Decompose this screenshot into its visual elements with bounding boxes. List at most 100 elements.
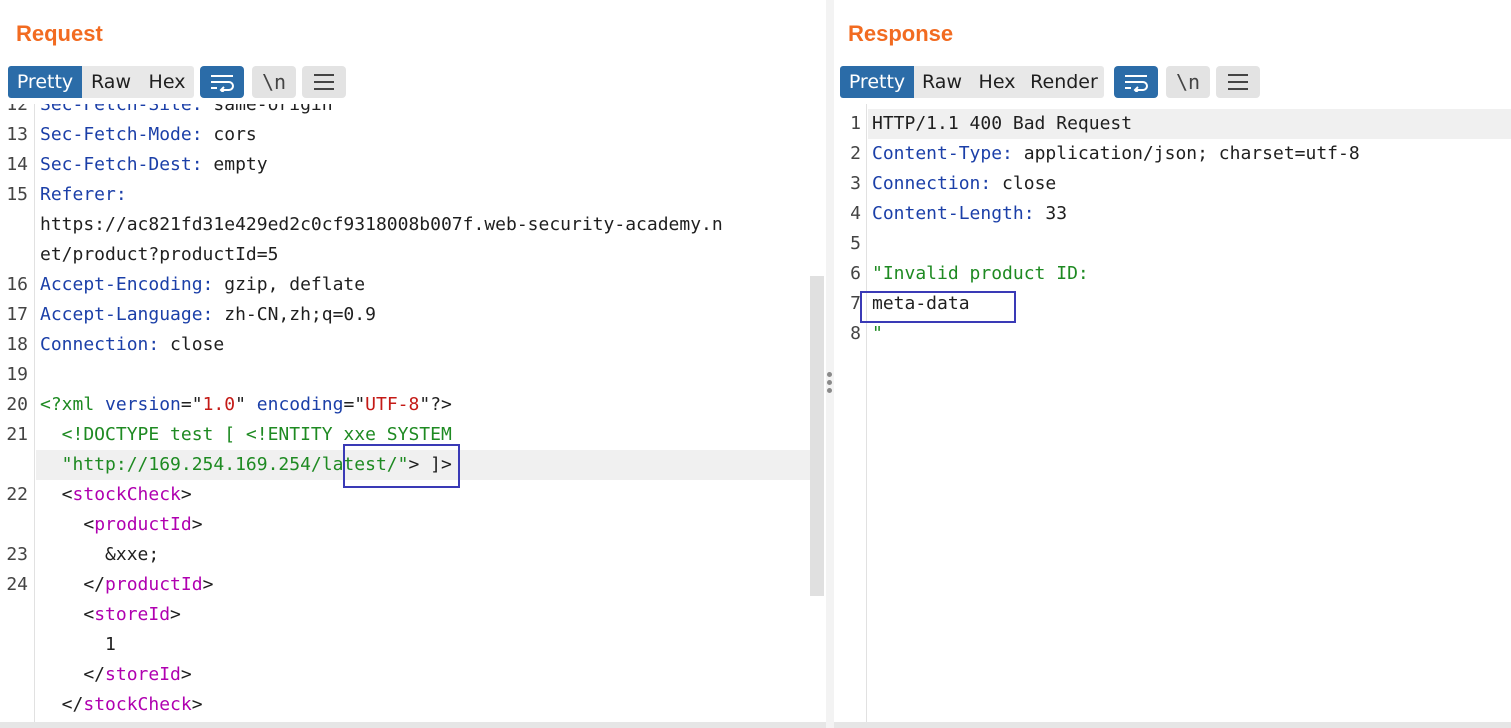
code-token: encoding: [256, 394, 344, 415]
code-line: 13 Sec-Fetch-Mode: cors: [0, 120, 826, 150]
request-newline-toggle-button[interactable]: \n: [252, 66, 296, 98]
code-text: </productId>: [40, 570, 213, 600]
code-token: ": [235, 394, 257, 415]
line-number: 17: [6, 304, 28, 325]
newline-toggle-icon: \n: [261, 70, 287, 94]
code-text: <stockCheck>: [40, 480, 192, 510]
code-token: <: [40, 604, 95, 625]
code-line: 20 <?xml version="1.0" encoding="UTF-8"?>: [0, 390, 826, 420]
request-horizontal-scrollbar[interactable]: [0, 722, 826, 728]
response-newline-toggle-button[interactable]: \n: [1166, 66, 1210, 98]
word-wrap-icon: [1125, 75, 1148, 92]
code-token: productId: [105, 574, 203, 595]
code-token: Accept-Encoding:: [40, 274, 214, 295]
response-title: Response: [848, 21, 954, 46]
code-token: Sec-Fetch-Site:: [40, 104, 203, 115]
code-token: <: [40, 514, 95, 535]
response-menu-button[interactable]: [1216, 66, 1260, 98]
code-text: Content-Length: 33: [872, 199, 1067, 229]
request-tab-raw[interactable]: Raw: [82, 66, 140, 98]
divider-grip-dot: [827, 388, 832, 393]
code-token: >: [191, 694, 203, 715]
code-line: </stockCheck>: [0, 690, 826, 720]
code-token: stockCheck: [72, 484, 181, 505]
code-token: <?xml: [40, 394, 106, 415]
code-text: Connection: close: [40, 330, 224, 360]
code-token: version: [105, 394, 181, 415]
code-token: Content-Length:: [872, 203, 1035, 224]
code-text: https://ac821fd31e429ed2c0cf9318008b007f…: [40, 210, 723, 240]
code-token: </: [40, 574, 106, 595]
response-tab-render[interactable]: Render: [1024, 66, 1104, 98]
code-token: Accept-Language:: [40, 304, 214, 325]
code-text: Referer:: [40, 180, 127, 210]
code-line: 6 "Invalid product ID:: [834, 259, 1511, 289]
divider-grip-dot: [827, 380, 832, 385]
code-line: 1 HTTP/1.1 400 Bad Request: [850, 109, 1511, 139]
code-token: HTTP/1.1 400 Bad Request: [872, 113, 1133, 134]
code-token: >: [170, 604, 181, 625]
code-text: <storeId>: [40, 600, 181, 630]
line-number: 21: [6, 424, 28, 445]
code-token: https://ac821fd31e429ed2c0cf9318008b007f…: [40, 214, 723, 235]
panel-divider[interactable]: [826, 0, 834, 728]
code-token: Content-Type:: [872, 143, 1013, 164]
code-line: </storeId>: [0, 660, 826, 690]
request-editor[interactable]: 12 Sec-Fetch-Site: same-origin 13 Sec-Fetch…: [0, 104, 826, 728]
request-tab-hex[interactable]: Hex: [140, 66, 194, 98]
request-vertical-scrollbar[interactable]: [810, 276, 824, 596]
code-token: =": [343, 394, 366, 415]
code-text: Sec-Fetch-Site: same-origin: [40, 104, 333, 120]
line-number: 7: [850, 293, 861, 314]
code-token: Sec-Fetch-Mode:: [40, 124, 203, 145]
code-token: </: [40, 694, 84, 715]
code-line: 18 Connection: close: [0, 330, 826, 360]
request-tab-pretty[interactable]: Pretty: [8, 66, 82, 98]
response-tab-hex[interactable]: Hex: [970, 66, 1024, 98]
request-panel: Request Pretty Raw Hex \n 12 Sec-Fetch-Site…: [0, 0, 826, 728]
code-token: stockCheck: [83, 694, 192, 715]
code-line: <productId>: [0, 510, 826, 540]
line-number: 19: [6, 364, 28, 385]
code-line: 12 Sec-Fetch-Site: same-origin: [0, 104, 826, 120]
code-token: &xxe;: [40, 544, 160, 565]
line-number: 4: [850, 203, 861, 224]
code-text: </storeId>: [40, 660, 191, 690]
newline-toggle-icon: \n: [1175, 70, 1201, 94]
code-text: ": [872, 319, 883, 349]
code-line: 19: [0, 360, 826, 390]
code-token: close: [991, 173, 1057, 194]
code-token: <: [40, 484, 73, 505]
code-token: 1.0: [202, 394, 236, 415]
code-token: Connection:: [40, 334, 160, 355]
code-text: Accept-Encoding: gzip, deflate: [40, 270, 365, 300]
code-token: same-origin: [202, 104, 333, 115]
response-editor[interactable]: 1 HTTP/1.1 400 Bad Request 2 Content-Type: …: [834, 104, 1511, 728]
code-line: 8 ": [834, 319, 1511, 349]
request-menu-button[interactable]: [302, 66, 346, 98]
response-panel: Response Pretty Raw Hex Render \n 1 HTTP/1.1…: [834, 0, 1511, 728]
code-token: 33: [1034, 203, 1068, 224]
highlight-box-meta-data: [860, 291, 1016, 323]
response-word-wrap-button[interactable]: [1114, 66, 1158, 98]
code-token: >: [180, 484, 192, 505]
code-token: "Invalid product ID:: [872, 263, 1089, 284]
response-tab-pretty[interactable]: Pretty: [840, 66, 914, 98]
response-horizontal-scrollbar[interactable]: [834, 722, 1511, 728]
code-text: "Invalid product ID:: [872, 259, 1089, 289]
divider-grip-dot: [827, 372, 832, 377]
code-line: 3 Connection: close: [834, 169, 1511, 199]
code-token: Connection:: [872, 173, 992, 194]
code-token: zh-CN,zh;q=0.9: [213, 304, 376, 325]
request-word-wrap-button[interactable]: [200, 66, 244, 98]
line-number: 23: [6, 544, 28, 565]
code-token: ": [872, 323, 883, 344]
code-line: 24 </productId>: [0, 570, 826, 600]
code-text: Sec-Fetch-Mode: cors: [40, 120, 257, 150]
code-text: 1: [40, 630, 116, 660]
code-token: "?>: [419, 394, 452, 415]
line-number: 13: [6, 124, 28, 145]
code-line: <storeId>: [0, 600, 826, 630]
menu-icon: [1228, 74, 1248, 90]
response-tab-raw[interactable]: Raw: [914, 66, 970, 98]
